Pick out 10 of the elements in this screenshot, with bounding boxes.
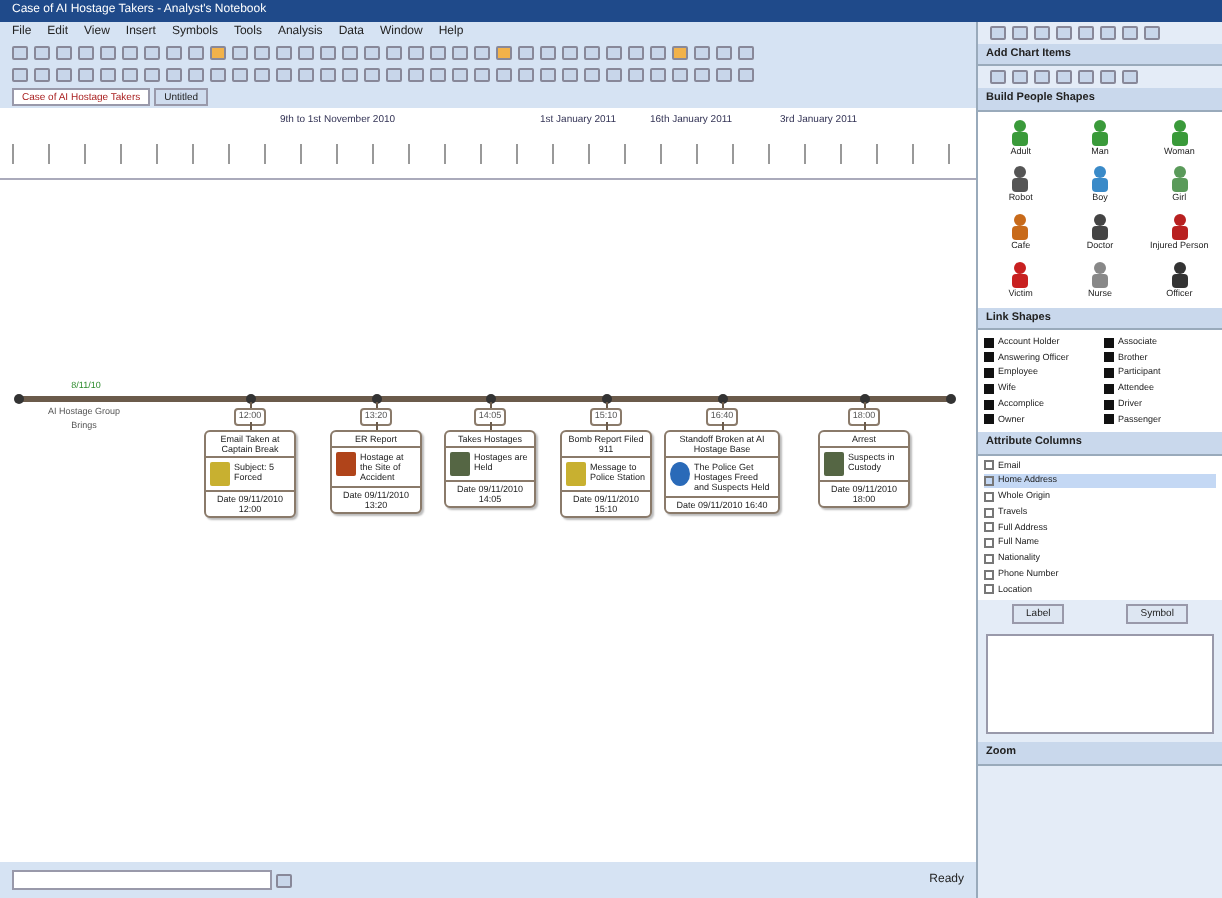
search-field[interactable] xyxy=(12,870,272,890)
event-dot xyxy=(718,394,728,404)
axis-end-dot xyxy=(946,394,956,404)
event-dot xyxy=(372,394,382,404)
event-dot xyxy=(246,394,256,404)
toolbar-button[interactable] xyxy=(275,873,291,887)
event-dot xyxy=(860,394,870,404)
event-dot xyxy=(486,394,496,404)
axis-end-dot xyxy=(14,394,24,404)
event-dot xyxy=(602,394,612,404)
